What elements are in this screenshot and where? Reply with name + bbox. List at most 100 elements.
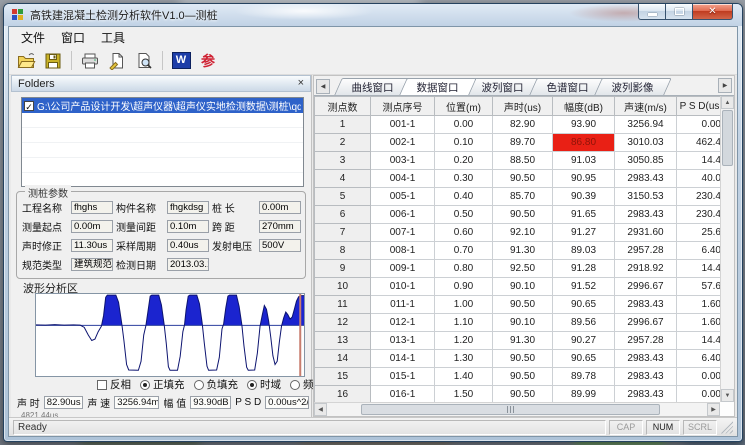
table-cell[interactable]: 2996.67 xyxy=(615,278,677,296)
table-cell[interactable]: 16 xyxy=(315,386,371,403)
table-cell[interactable]: 2957.28 xyxy=(615,332,677,350)
table-cell[interactable]: 0.30 xyxy=(435,170,493,188)
parameters-button[interactable]: 参 xyxy=(196,49,220,72)
table-cell[interactable]: 90.95 xyxy=(553,170,615,188)
table-cell[interactable]: 3050.85 xyxy=(615,152,677,170)
table-cell[interactable]: 3256.94 xyxy=(615,116,677,134)
table-cell[interactable]: 85.70 xyxy=(493,188,553,206)
param-field[interactable]: 建筑规范 xyxy=(71,258,113,271)
table-cell[interactable]: 92.50 xyxy=(493,260,553,278)
negative-fill-radio[interactable]: 负填充 xyxy=(194,377,239,392)
table-cell[interactable]: 230.4 xyxy=(677,188,721,206)
table-cell[interactable]: 2996.67 xyxy=(615,314,677,332)
table-cell[interactable]: 89.70 xyxy=(493,134,553,152)
param-field[interactable]: 270mm xyxy=(259,220,301,233)
tab-scroll-left-icon[interactable]: ◀ xyxy=(316,79,330,94)
table-cell[interactable]: 013-1 xyxy=(371,332,435,350)
param-field[interactable]: 0.00m xyxy=(259,201,301,214)
table-cell[interactable]: 0.60 xyxy=(435,224,493,242)
table-cell[interactable]: 1 xyxy=(315,116,371,134)
table-cell[interactable]: 9 xyxy=(315,260,371,278)
table-cell[interactable]: 012-1 xyxy=(371,314,435,332)
print-preview-button[interactable] xyxy=(132,49,156,72)
table-cell[interactable]: 009-1 xyxy=(371,260,435,278)
titlebar[interactable]: 高铁建混凝土检测分析软件V1.0—测桩 ✕ xyxy=(4,4,742,26)
positive-fill-radio[interactable]: 正填充 xyxy=(140,377,185,392)
minimize-button[interactable] xyxy=(638,4,666,20)
column-header[interactable]: 声时(us) xyxy=(493,97,553,116)
table-cell[interactable]: 0.00 xyxy=(677,386,721,403)
readout-field[interactable]: 0.00us^2/m xyxy=(265,396,309,409)
table-cell[interactable]: 40.0 xyxy=(677,170,721,188)
table-cell[interactable]: 1.20 xyxy=(435,332,493,350)
table-cell[interactable]: 0.00 xyxy=(435,116,493,134)
table-cell[interactable]: 90.39 xyxy=(553,188,615,206)
table-cell[interactable]: 2983.43 xyxy=(615,368,677,386)
table-cell[interactable]: 5 xyxy=(315,188,371,206)
table-cell[interactable]: 90.50 xyxy=(493,296,553,314)
table-cell[interactable]: 2983.43 xyxy=(615,386,677,403)
table-cell[interactable]: 90.65 xyxy=(553,350,615,368)
waveform-plot[interactable] xyxy=(35,293,305,377)
table-cell[interactable]: 006-1 xyxy=(371,206,435,224)
table-cell[interactable]: 86.80 xyxy=(553,134,615,152)
table-cell[interactable]: 004-1 xyxy=(371,170,435,188)
vertical-scrollbar[interactable]: ▲ ▼ xyxy=(720,96,734,402)
table-cell[interactable]: 91.65 xyxy=(553,206,615,224)
table-cell[interactable]: 91.52 xyxy=(553,278,615,296)
table-cell[interactable]: 14.4 xyxy=(677,152,721,170)
table-cell[interactable]: 4 xyxy=(315,170,371,188)
table-cell[interactable]: 91.30 xyxy=(493,332,553,350)
table-cell[interactable]: 90.50 xyxy=(493,206,553,224)
horizontal-scrollbar[interactable]: ◀ ▶ xyxy=(314,402,720,416)
table-cell[interactable]: 91.28 xyxy=(553,260,615,278)
column-header[interactable]: 位置(m) xyxy=(435,97,493,116)
table-cell[interactable]: 89.03 xyxy=(553,242,615,260)
folder-item[interactable]: ✓ G:\公司产品设计开发\超声仪器\超声仪实地检测数据\测桩\qd\qd03\… xyxy=(22,98,303,113)
table-cell[interactable]: 1.50 xyxy=(435,386,493,403)
table-cell[interactable]: 14.4 xyxy=(677,332,721,350)
vertical-scroll-thumb[interactable] xyxy=(722,110,733,166)
param-field[interactable]: 2013.03.13 xyxy=(167,258,209,271)
table-cell[interactable]: 2983.43 xyxy=(615,350,677,368)
table-cell[interactable]: 1.10 xyxy=(435,314,493,332)
table-cell[interactable]: 57.6 xyxy=(677,278,721,296)
table-cell[interactable]: 90.10 xyxy=(493,314,553,332)
table-cell[interactable]: 90.27 xyxy=(553,332,615,350)
table-cell[interactable]: 6.40 xyxy=(677,242,721,260)
table-cell[interactable]: 82.90 xyxy=(493,116,553,134)
table-cell[interactable]: 1.40 xyxy=(435,368,493,386)
table-cell[interactable]: 91.30 xyxy=(493,242,553,260)
save-button[interactable] xyxy=(41,49,65,72)
table-cell[interactable]: 0.90 xyxy=(435,278,493,296)
table-cell[interactable]: 15 xyxy=(315,368,371,386)
menu-item-2[interactable]: 工具 xyxy=(93,27,133,48)
table-cell[interactable]: 0.50 xyxy=(435,206,493,224)
table-cell[interactable]: 6 xyxy=(315,206,371,224)
report-export-button[interactable] xyxy=(105,49,129,72)
column-header[interactable]: 测点序号 xyxy=(371,97,435,116)
table-cell[interactable]: 91.03 xyxy=(553,152,615,170)
table-cell[interactable]: 2983.43 xyxy=(615,296,677,314)
table-cell[interactable]: 3 xyxy=(315,152,371,170)
param-field[interactable]: 0.10m xyxy=(167,220,209,233)
table-cell[interactable]: 010-1 xyxy=(371,278,435,296)
readout-field[interactable]: 3256.94m/s xyxy=(114,396,159,409)
checkbox-icon[interactable]: ✓ xyxy=(24,101,34,111)
table-cell[interactable]: 91.27 xyxy=(553,224,615,242)
column-header[interactable]: 测点数 xyxy=(315,97,371,116)
table-cell[interactable]: 89.78 xyxy=(553,368,615,386)
table-cell[interactable]: 011-1 xyxy=(371,296,435,314)
table-cell[interactable]: 93.90 xyxy=(553,116,615,134)
table-cell[interactable]: 0.80 xyxy=(435,260,493,278)
print-button[interactable] xyxy=(78,49,102,72)
table-cell[interactable]: 2957.28 xyxy=(615,242,677,260)
scroll-right-icon[interactable]: ▶ xyxy=(707,403,720,416)
table-cell[interactable]: 11 xyxy=(315,296,371,314)
word-export-button[interactable]: W xyxy=(169,49,193,72)
table-cell[interactable]: 0.00 xyxy=(677,368,721,386)
readout-field[interactable]: 93.90dB xyxy=(190,396,231,409)
tab-1[interactable]: 数据窗口 xyxy=(399,78,477,95)
table-cell[interactable]: 1.60 xyxy=(677,314,721,332)
table-cell[interactable]: 2 xyxy=(315,134,371,152)
